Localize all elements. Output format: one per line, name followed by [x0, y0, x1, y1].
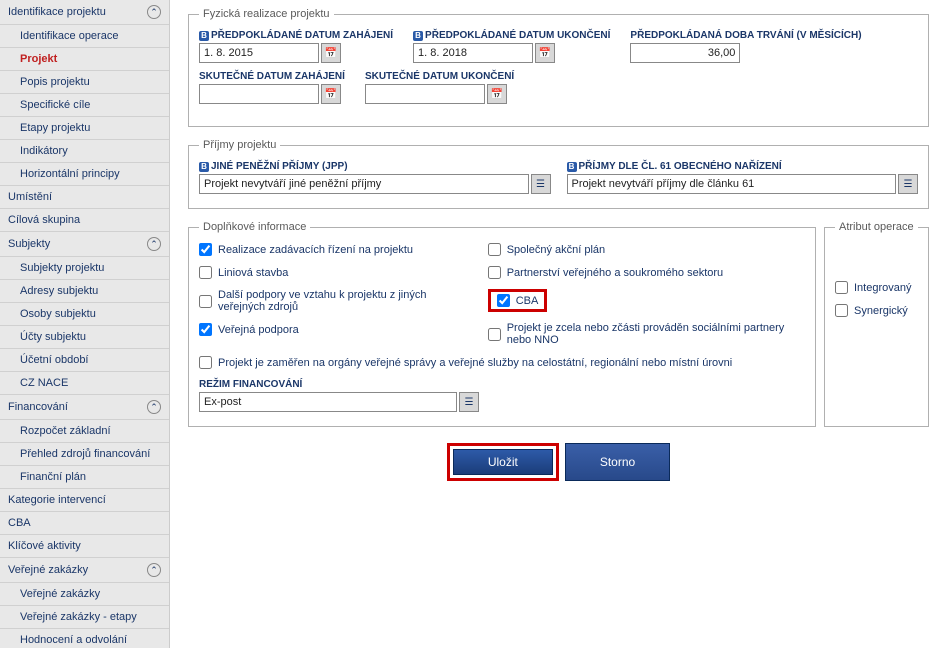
- nav-item-11[interactable]: Subjekty projektu: [0, 257, 169, 280]
- chevron-up-icon[interactable]: ⌃: [147, 400, 161, 414]
- rezim-input[interactable]: [199, 392, 457, 412]
- nav-item-17[interactable]: Financování⌃: [0, 395, 169, 420]
- doplnkove-legend: Doplňkové informace: [199, 221, 310, 233]
- end-plan-input[interactable]: [413, 43, 533, 63]
- calendar-icon[interactable]: 📅: [487, 84, 507, 104]
- prijmy-legend: Příjmy projektu: [199, 139, 280, 151]
- calendar-icon[interactable]: 📅: [321, 84, 341, 104]
- nav-item-16[interactable]: CZ NACE: [0, 372, 169, 395]
- sidebar: Identifikace projektu⌃Identifikace opera…: [0, 0, 170, 648]
- chevron-up-icon[interactable]: ⌃: [147, 5, 161, 19]
- chevron-up-icon[interactable]: ⌃: [147, 563, 161, 577]
- nav-item-2[interactable]: Projekt: [0, 48, 169, 71]
- nav-item-9[interactable]: Cílová skupina: [0, 209, 169, 232]
- duration-label: PŘEDPOKLÁDANÁ DOBA TRVÁNÍ (V MĚSÍCÍCH): [630, 30, 861, 41]
- list-icon[interactable]: ☰: [459, 392, 479, 412]
- atribut-fieldset: Atribut operace Integrovaný Synergický: [824, 221, 929, 427]
- cb-cba[interactable]: CBA: [497, 294, 539, 307]
- nav-item-5[interactable]: Etapy projektu: [0, 117, 169, 140]
- required-icon: B: [199, 31, 209, 41]
- cb-realizace[interactable]: Realizace zadávacích řízení na projektu: [199, 243, 470, 256]
- required-icon: B: [199, 162, 209, 172]
- nav-item-10[interactable]: Subjekty⌃: [0, 232, 169, 257]
- nav-item-18[interactable]: Rozpočet základní: [0, 420, 169, 443]
- nav-item-23[interactable]: Klíčové aktivity: [0, 535, 169, 558]
- nav-item-19[interactable]: Přehled zdrojů financování: [0, 443, 169, 466]
- chevron-up-icon[interactable]: ⌃: [147, 237, 161, 251]
- doplnkove-fieldset: Doplňkové informace Realizace zadávacích…: [188, 221, 816, 427]
- nav-item-20[interactable]: Finanční plán: [0, 466, 169, 489]
- duration-input[interactable]: [630, 43, 740, 63]
- cancel-button[interactable]: Storno: [565, 443, 670, 481]
- nav-item-24[interactable]: Veřejné zakázky⌃: [0, 558, 169, 583]
- start-real-input[interactable]: [199, 84, 319, 104]
- atribut-legend: Atribut operace: [835, 221, 918, 233]
- nav-item-13[interactable]: Osoby subjektu: [0, 303, 169, 326]
- end-plan-label: PŘEDPOKLÁDANÉ DATUM UKONČENÍ: [425, 30, 610, 41]
- calendar-icon[interactable]: 📅: [535, 43, 555, 63]
- jpp-label: JINÉ PENĚŽNÍ PŘÍJMY (JPP): [211, 161, 348, 172]
- nav-item-12[interactable]: Adresy subjektu: [0, 280, 169, 303]
- nav-item-14[interactable]: Účty subjektu: [0, 326, 169, 349]
- cb-organy[interactable]: Projekt je zaměřen na orgány veřejné spr…: [199, 356, 805, 369]
- nav-item-1[interactable]: Identifikace operace: [0, 25, 169, 48]
- nav-item-0[interactable]: Identifikace projektu⌃: [0, 0, 169, 25]
- cb-partner[interactable]: Partnerství veřejného a soukromého sekto…: [488, 266, 805, 279]
- cb-verejna[interactable]: Veřejná podpora: [199, 323, 470, 336]
- nav-item-26[interactable]: Veřejné zakázky - etapy: [0, 606, 169, 629]
- cb-synergicky[interactable]: Synergický: [835, 304, 918, 317]
- cb-integrovany[interactable]: Integrovaný: [835, 281, 918, 294]
- prijmy-fieldset: Příjmy projektu BJINÉ PENĚŽNÍ PŘÍJMY (JP…: [188, 139, 929, 209]
- save-button[interactable]: Uložit: [453, 449, 553, 475]
- nav-item-22[interactable]: CBA: [0, 512, 169, 535]
- cb-spolakc[interactable]: Společný akční plán: [488, 243, 805, 256]
- nav-item-7[interactable]: Horizontální principy: [0, 163, 169, 186]
- nav-item-15[interactable]: Účetní období: [0, 349, 169, 372]
- required-icon: B: [413, 31, 423, 41]
- fyzicka-realizace-fieldset: Fyzická realizace projektu BPŘEDPOKLÁDAN…: [188, 8, 929, 127]
- end-real-label: SKUTEČNÉ DATUM UKONČENÍ: [365, 71, 514, 82]
- save-highlight: Uložit: [447, 443, 559, 481]
- cb-socpart[interactable]: Projekt je zcela nebo zčásti prováděn so…: [488, 322, 805, 346]
- nav-item-6[interactable]: Indikátory: [0, 140, 169, 163]
- nav-item-3[interactable]: Popis projektu: [0, 71, 169, 94]
- cl61-input[interactable]: [567, 174, 897, 194]
- nav-item-8[interactable]: Umístění: [0, 186, 169, 209]
- list-icon[interactable]: ☰: [531, 174, 551, 194]
- nav-item-27[interactable]: Hodnocení a odvolání: [0, 629, 169, 648]
- list-icon[interactable]: ☰: [898, 174, 918, 194]
- cb-liniova[interactable]: Liniová stavba: [199, 266, 470, 279]
- required-icon: B: [567, 162, 577, 172]
- start-plan-label: PŘEDPOKLÁDANÉ DATUM ZAHÁJENÍ: [211, 30, 393, 41]
- start-plan-input[interactable]: [199, 43, 319, 63]
- start-real-label: SKUTEČNÉ DATUM ZAHÁJENÍ: [199, 71, 345, 82]
- rezim-label: REŽIM FINANCOVÁNÍ: [199, 379, 302, 390]
- calendar-icon[interactable]: 📅: [321, 43, 341, 63]
- main-content: Fyzická realizace projektu BPŘEDPOKLÁDAN…: [170, 0, 947, 648]
- jpp-input[interactable]: [199, 174, 529, 194]
- cb-dalsi[interactable]: Další podpory ve vztahu k projektu z jin…: [199, 289, 470, 313]
- nav-item-21[interactable]: Kategorie intervencí: [0, 489, 169, 512]
- nav-item-25[interactable]: Veřejné zakázky: [0, 583, 169, 606]
- cl61-label: PŘÍJMY DLE ČL. 61 OBECNÉHO NAŘÍZENÍ: [579, 161, 782, 172]
- end-real-input[interactable]: [365, 84, 485, 104]
- nav-item-4[interactable]: Specifické cíle: [0, 94, 169, 117]
- fyzicka-legend: Fyzická realizace projektu: [199, 8, 334, 20]
